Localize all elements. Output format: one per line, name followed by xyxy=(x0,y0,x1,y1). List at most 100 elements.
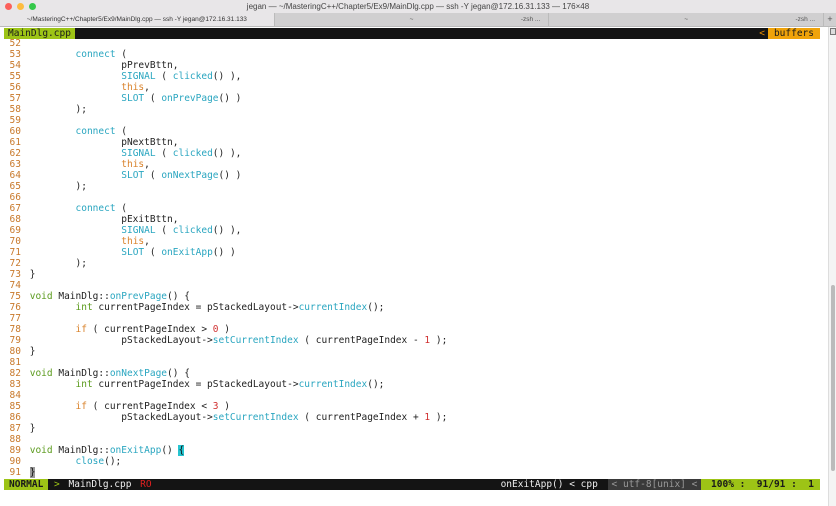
terminal-content[interactable]: MainDlg.cpp < buffers 52 53 connect (54 … xyxy=(0,27,828,506)
line-number: 73 xyxy=(9,269,21,280)
code-token: () ) xyxy=(218,93,242,104)
line-number: 65 xyxy=(9,181,21,192)
code-token: () ) xyxy=(218,170,242,181)
code-token: ( currentPageIndex > xyxy=(86,324,213,335)
code-line: 88 xyxy=(0,434,828,445)
code-line: 77 xyxy=(0,313,828,324)
code-line: 79 pStackedLayout->setCurrentIndex ( cur… xyxy=(0,335,828,346)
code-line: 60 connect ( xyxy=(0,126,828,137)
code-token: ); xyxy=(430,335,448,346)
code-token: if xyxy=(75,324,87,335)
code-token: (); xyxy=(367,302,385,313)
line-number: 53 xyxy=(9,49,21,60)
scrollbar[interactable] xyxy=(828,27,836,506)
code-line: 81 xyxy=(0,357,828,368)
code-line: 61 pNextBttn, xyxy=(0,137,828,148)
code-line: 54 pPrevBttn, xyxy=(0,60,828,71)
code-token: setCurrentIndex xyxy=(212,335,299,346)
code-line: 59 xyxy=(0,115,828,126)
line-number: 61 xyxy=(9,137,21,148)
status-position: 100% : 91/91 : 1 xyxy=(701,479,820,490)
code-token: MainDlg:: xyxy=(52,445,110,456)
code-token: void xyxy=(29,368,53,379)
line-number: 89 xyxy=(9,445,21,456)
code-line: 75 void MainDlg::onPrevPage() { xyxy=(0,291,828,302)
line-number: 78 xyxy=(9,324,21,335)
cursor: } xyxy=(29,467,36,478)
code-token: SLOT xyxy=(121,170,145,181)
code-line: 76 int currentPageIndex = pStackedLayout… xyxy=(0,302,828,313)
code-token: currentPageIndex = pStackedLayout-> xyxy=(92,379,299,390)
code-token: () ), xyxy=(212,71,242,82)
line-number: 91 xyxy=(9,467,21,478)
code-token: (); xyxy=(104,456,122,467)
terminal-tab-3[interactable]: ~ -zsh ... xyxy=(549,13,825,26)
code-token: setCurrentIndex xyxy=(212,412,299,423)
code-token: pNextBttn, xyxy=(29,137,179,148)
minimize-window-button[interactable] xyxy=(17,3,24,10)
line-number: 74 xyxy=(9,280,21,291)
zoom-window-button[interactable] xyxy=(29,3,36,10)
vim-mode: NORMAL xyxy=(4,479,49,490)
terminal-tab-1[interactable]: ~/MasteringC++/Chapter5/Ex9/MainDlg.cpp … xyxy=(0,13,275,26)
line-number: 67 xyxy=(9,203,21,214)
line-number: 64 xyxy=(9,170,21,181)
cursor: { xyxy=(178,445,185,456)
tab-label: ~ xyxy=(409,16,414,23)
code-token: int xyxy=(75,302,93,313)
code-token: this xyxy=(121,236,145,247)
status-encoding: < utf-8[unix] < xyxy=(607,479,702,490)
code-token: ( xyxy=(155,148,173,159)
terminal-tab-2[interactable]: ~ -zsh ... xyxy=(275,13,550,26)
line-number: 56 xyxy=(9,82,21,93)
code-token: ( xyxy=(155,71,173,82)
code-line: 83 int currentPageIndex = pStackedLayout… xyxy=(0,379,828,390)
code-line: 52 xyxy=(0,38,828,49)
line-number: 69 xyxy=(9,225,21,236)
code-token: () ) xyxy=(212,247,236,258)
code-line: 86 pStackedLayout->setCurrentIndex ( cur… xyxy=(0,412,828,423)
line-number: 84 xyxy=(9,390,21,401)
code-line: 82 void MainDlg::onNextPage() { xyxy=(0,368,828,379)
terminal-tab-bar: ~/MasteringC++/Chapter5/Ex9/MainDlg.cpp … xyxy=(0,13,836,27)
line-number: 86 xyxy=(9,412,21,423)
code-token: ); xyxy=(29,104,87,115)
scrollbar-thumb[interactable] xyxy=(831,285,835,471)
line-number: 55 xyxy=(9,71,21,82)
code-line: 91 } xyxy=(0,467,828,478)
code-token: ) xyxy=(218,324,230,335)
code-token: ( xyxy=(115,203,127,214)
line-number: 60 xyxy=(9,126,21,137)
close-window-button[interactable] xyxy=(5,3,12,10)
code-token: ( currentPageIndex < xyxy=(86,401,213,412)
code-token: onPrevPage xyxy=(109,291,168,302)
code-line: 65 ); xyxy=(0,181,828,192)
tab-process: -zsh ... xyxy=(520,16,541,23)
line-number: 88 xyxy=(9,434,21,445)
code-token: () { xyxy=(167,368,190,379)
code-editor[interactable]: 52 53 connect (54 pPrevBttn, 55 SIGNAL ( … xyxy=(0,38,828,478)
code-token: ( xyxy=(144,247,162,258)
status-function: onExitApp() < cpp xyxy=(500,479,604,490)
tab-process: -zsh ... xyxy=(795,16,816,23)
line-number: 58 xyxy=(9,104,21,115)
code-line: 63 this, xyxy=(0,159,828,170)
code-token: pStackedLayout-> xyxy=(29,335,213,346)
code-token: SIGNAL xyxy=(121,148,156,159)
code-token: MainDlg:: xyxy=(52,291,110,302)
code-token: , xyxy=(144,82,150,93)
line-number: 83 xyxy=(9,379,21,390)
line-number: 80 xyxy=(9,346,21,357)
code-token: connect xyxy=(75,49,116,60)
line-number: 59 xyxy=(9,115,21,126)
code-token: , xyxy=(144,159,150,170)
new-tab-button[interactable]: + xyxy=(824,13,836,26)
status-separator: > xyxy=(48,479,66,490)
code-token: MainDlg:: xyxy=(52,368,110,379)
line-number: 75 xyxy=(9,291,21,302)
